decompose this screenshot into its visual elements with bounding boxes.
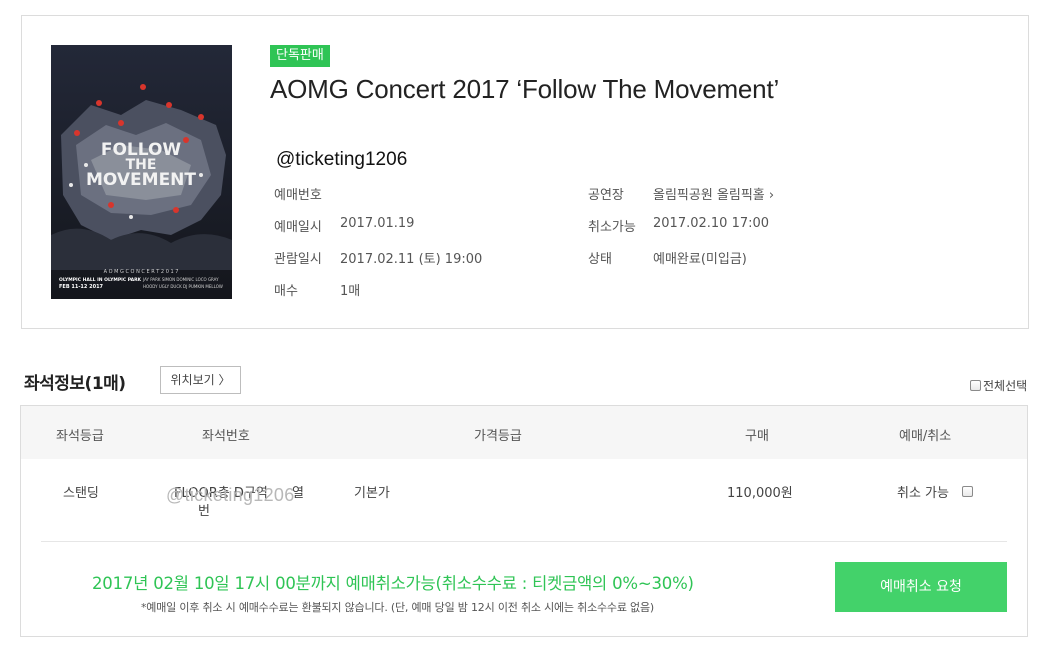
booking-date-label: 예매일시 bbox=[274, 220, 322, 235]
seat-cancel-checkbox[interactable] bbox=[962, 486, 973, 497]
status-label: 상태 bbox=[588, 252, 612, 267]
select-all-control[interactable]: 전체선택 bbox=[970, 377, 1027, 394]
poster-title-line3: MOVEMENT bbox=[86, 170, 196, 190]
status-value: 예매완료(미입금) bbox=[653, 252, 747, 267]
select-all-checkbox[interactable] bbox=[970, 380, 981, 391]
exclusive-sale-badge: 단독판매 bbox=[270, 45, 330, 67]
cancel-deadline-label: 취소가능 bbox=[588, 220, 636, 235]
seat-table: 좌석등급 좌석번호 가격등급 구매 예매/취소 스탠딩 FLOOR층 D구역 열… bbox=[20, 405, 1028, 637]
cancel-available-label: 취소 가능 bbox=[897, 486, 949, 501]
column-header-booking-cancel: 예매/취소 bbox=[899, 429, 952, 444]
row-watermark: @ticketing1206 bbox=[166, 485, 295, 505]
seat-info-heading: 좌석정보(1매) bbox=[24, 374, 126, 394]
booking-number-label: 예매번호 bbox=[274, 188, 322, 203]
price-cell: 110,000원 bbox=[727, 486, 793, 501]
column-header-grade: 좌석등급 bbox=[56, 429, 104, 444]
column-header-price-grade: 가격등급 bbox=[474, 429, 522, 444]
seat-table-header: 좌석등급 좌석번호 가격등급 구매 예매/취소 bbox=[21, 406, 1027, 459]
user-watermark: @ticketing1206 bbox=[276, 149, 408, 170]
column-header-purchase: 구매 bbox=[745, 429, 769, 444]
ticket-count-label: 매수 bbox=[274, 284, 298, 299]
column-header-seat-no: 좌석번호 bbox=[202, 429, 250, 444]
view-date-value: 2017.02.11 (토) 19:00 bbox=[340, 252, 483, 267]
chevron-right-icon: › bbox=[768, 188, 775, 203]
venue-value: 올림픽공원 올림픽홀 bbox=[653, 188, 765, 203]
venue-label: 공연장 bbox=[588, 188, 624, 203]
cancel-deadline-value: 2017.02.10 17:00 bbox=[653, 216, 770, 231]
price-grade-cell: 기본가 bbox=[354, 486, 390, 501]
poster-dates: FEB 11-12 2017 bbox=[59, 284, 104, 290]
cancel-fee-notice: *예매일 이후 취소 시 예매수수료는 환불되지 않습니다. (단, 예매 당일… bbox=[141, 601, 654, 614]
view-date-label: 관람일시 bbox=[274, 252, 322, 267]
cancel-request-button[interactable]: 예매취소 요청 bbox=[835, 562, 1007, 612]
seat-grade-cell: 스탠딩 bbox=[63, 486, 99, 501]
view-location-button[interactable]: 위치보기 〉 bbox=[160, 366, 241, 394]
concert-title: AOMG Concert 2017 ‘Follow The Movement’ bbox=[270, 74, 780, 104]
poster-artists-1: JAY PARK SIMON DOMINIC LOCO GRAY bbox=[142, 277, 219, 282]
poster-venue: OLYMPIC HALL IN OLYMPIC PARK bbox=[59, 277, 142, 283]
cancel-deadline-notice: 2017년 02월 10일 17시 00분까지 예매취소가능(취소수수료 : 티… bbox=[92, 574, 694, 593]
poster-artists-2: HOODY UGLY DUCK DJ PUMKIN MELLOW bbox=[143, 284, 223, 289]
divider bbox=[41, 541, 1007, 542]
venue-link[interactable]: 올림픽공원 올림픽홀 › bbox=[653, 184, 774, 203]
poster-top-text: A O M G C O N C E R T 2 0 1 7 bbox=[104, 269, 179, 275]
ticket-count-value: 1매 bbox=[340, 284, 361, 299]
booking-date-value: 2017.01.19 bbox=[340, 216, 415, 231]
concert-poster-image: FOLLOW THE MOVEMENT A O M G C O N C E R … bbox=[51, 45, 232, 299]
booking-card: FOLLOW THE MOVEMENT A O M G C O N C E R … bbox=[21, 15, 1029, 329]
select-all-label: 전체선택 bbox=[983, 379, 1028, 393]
